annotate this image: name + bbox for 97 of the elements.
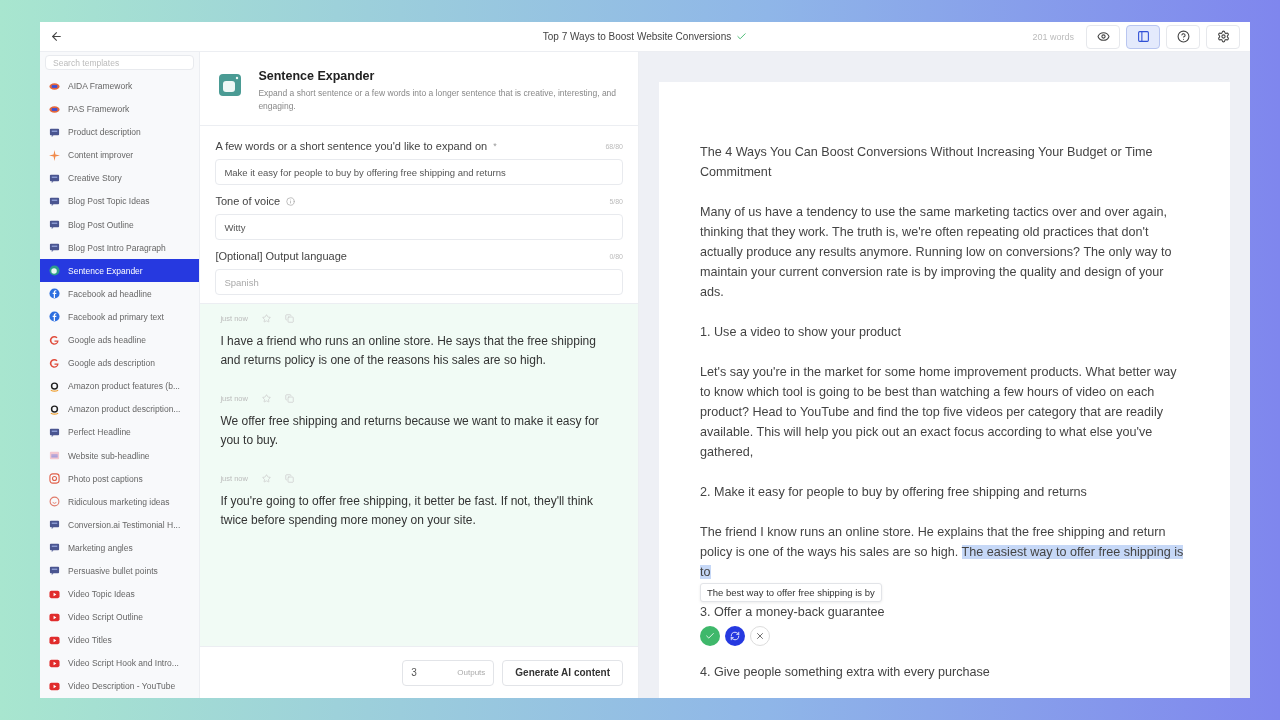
document-paragraph: Many of us have a tendency to use the same marketing tactics over and over again, thinking that they work. The truth is, we're often repeating old practices that don't actually produce any results anymore. Running low on conversions? The only way to maintain your current conversion rate is by improving the quality and design of your ads. [700,204,1173,301]
browser-icon [49,450,60,461]
star-icon[interactable] [261,394,271,403]
chat-icon [49,542,60,554]
input-field[interactable]: Witty [215,214,623,240]
help-button[interactable] [1166,24,1200,49]
chat-icon [49,172,60,184]
template-item[interactable]: Video Topic Ideas [40,582,200,606]
document-paragraph: The friend I know runs an online store. He explains that the free shipping and return policy is one of the ways his sales are so high. The easiest way to offer free shipping is to [700,524,1185,581]
template-item[interactable]: Perfect Headline [40,420,200,444]
chat-icon [49,126,60,138]
template-item[interactable]: Amazon product features (b... [40,374,200,398]
template-item[interactable]: Blog Post Topic Ideas [40,189,200,214]
template-item[interactable]: Video Script Outline [40,605,200,629]
template-item[interactable]: Photo post captions [40,467,200,491]
required-mark: * [493,141,497,151]
suggestion-tooltip[interactable]: The best way to offer free shipping is by [700,583,882,602]
word-count: 201 words [1032,31,1074,42]
settings-icon [1216,30,1230,43]
retry-button[interactable] [725,626,745,646]
field-label: [Optional] Output language [215,250,347,262]
template-item[interactable]: Product description [40,120,200,144]
check-icon [705,631,715,641]
play-icon [49,588,60,600]
chat-icon [49,426,60,438]
field-label: A few words or a short sentence you'd like to expand on [215,140,488,152]
template-item[interactable]: Conversion.ai Testimonial H... [40,513,200,537]
template-item[interactable]: Video Script Hook and Intro... [40,651,200,675]
document-paragraph: 1. Use a video to show your product [700,324,902,341]
google-icon [49,357,60,369]
template-icon [218,73,243,97]
template-item[interactable]: Google ads headline [40,328,200,352]
google-icon [49,334,60,346]
template-item[interactable]: Blog Post Intro Paragraph [40,236,200,260]
document-paragraph: The 4 Ways You Can Boost Conversions Without Increasing Your Budget or Time Commitment [700,144,1154,181]
template-item[interactable]: Creative Story [40,166,200,190]
document-paragraph: 3. Offer a money-back guarantee [700,604,886,621]
preview-button[interactable] [1086,24,1120,49]
saved-check-icon [736,31,748,42]
template-item[interactable]: Google ads description [40,351,200,375]
document-paragraph: Let's say you're in the market for some home improvement products. What better way to know which tool is going to be best than watching a few hours of video on each product? Head to YouTube and find the top five videos per category that are readily available. This will help you pick out an exact focus according to what else you've gathered, [700,364,1178,461]
template-item[interactable]: Facebook ad primary text [40,305,200,329]
template-item[interactable]: PAS Framework [40,97,200,121]
template-description: Expand a short sentence or a few words into a longer sentence that is creative, interesting, and engaging. [258,87,618,113]
template-item[interactable]: Content improver [40,143,200,167]
chat-icon [49,219,60,231]
accept-button[interactable] [700,626,720,646]
camera-icon [49,473,60,485]
eye-icon [1096,30,1110,43]
input-field[interactable]: Make it easy for people to buy by offering free shipping and returns [215,159,623,185]
facebook-icon [49,288,60,300]
template-item[interactable]: Facebook ad headline [40,282,200,306]
outputs-count-field[interactable]: 3 Outputs [402,659,495,686]
star-icon[interactable] [261,474,271,483]
document-paragraph: 2. Make it easy for people to buy by offering free shipping and returns [700,484,1088,501]
help-icon [1176,30,1190,43]
output-text: We offer free shipping and returns because we want to make it easy for you to buy. [220,413,600,449]
play-icon [49,611,60,623]
chat-icon [49,565,60,577]
template-item[interactable]: Video Description - YouTube [40,674,200,698]
output-text: I have a friend who runs an online store. He says that the free shipping and returns policy is one of the reasons his sales are so high. [220,333,597,369]
document-paragraph: 4. Give people something extra with every purchase [700,664,991,681]
template-title: Sentence Expander [258,69,376,83]
settings-button[interactable] [1206,24,1240,49]
chat-icon [49,242,60,254]
play-icon [49,634,60,646]
star-icon[interactable] [261,314,271,323]
dismiss-button[interactable] [750,626,770,646]
back-arrow-icon [50,30,63,43]
template-item[interactable]: Website sub-headline [40,443,200,468]
back-button[interactable] [50,30,63,43]
play-icon [49,680,60,692]
document-title: Top 7 Ways to Boost Website Conversions [542,31,732,42]
chat-icon [49,196,60,207]
template-item[interactable]: Blog Post Outline [40,213,200,237]
info-icon [286,196,296,206]
field-label: Tone of voice [215,195,281,207]
panel-icon [1136,30,1150,43]
search-field[interactable]: Search templates [45,55,195,71]
close-icon [755,631,765,641]
input-field[interactable]: Spanish [215,269,623,295]
template-item[interactable]: Amazon product description... [40,397,200,421]
template-item[interactable]: Sentence Expander [40,259,200,283]
layout-button[interactable] [1126,24,1160,49]
facebook-icon [49,311,60,323]
template-item[interactable]: Persuasive bullet points [40,559,200,583]
template-item[interactable]: Video Titles [40,628,200,652]
generate-button[interactable]: Generate AI content [502,659,623,686]
template-item[interactable]: Ridiculous marketing ideas [40,490,200,514]
refresh-icon [730,631,740,641]
template-item[interactable]: AIDA Framework [40,74,200,98]
output-text: If you're going to offer free shipping, it better be fast. If not, they'll think twice before spending more money on your site. [220,493,594,529]
spark-icon [49,149,60,161]
smiley-icon [49,496,60,508]
template-item[interactable]: Marketing angles [40,536,200,560]
chat-icon [49,519,60,531]
play-icon [49,657,60,669]
